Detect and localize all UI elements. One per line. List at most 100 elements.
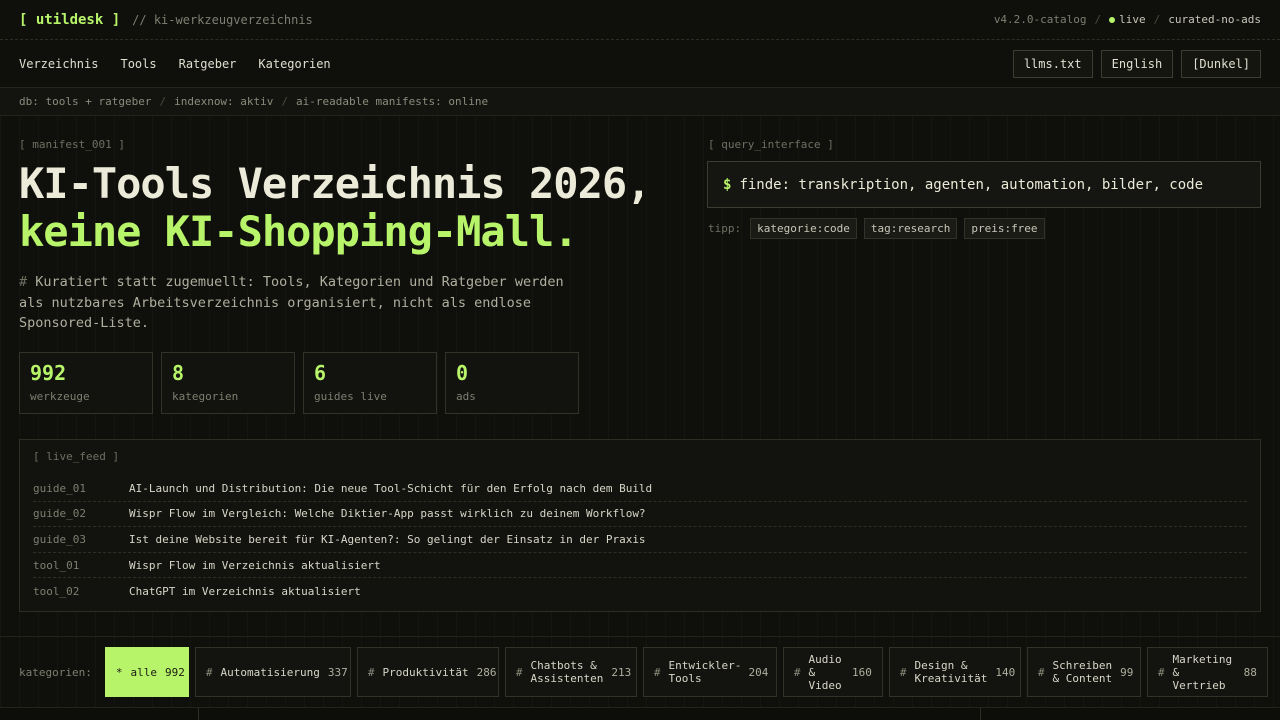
category-chip-design[interactable]: # Design & Kreativität 140 xyxy=(888,647,1021,697)
category-count: 337 xyxy=(327,665,348,679)
stat-label: guides live xyxy=(314,390,387,403)
manifest-status-item: ai-readable manifests: online xyxy=(296,95,489,108)
category-count: 204 xyxy=(748,665,769,679)
category-name: alle xyxy=(130,665,157,679)
nav-links: Verzeichnis Tools Ratgeber Kategorien xyxy=(19,57,331,71)
categories-label: kategorien: xyxy=(19,665,92,679)
search-tips: tipp: kategorie:code tag:research preis:… xyxy=(708,218,1045,239)
category-chip-schreiben[interactable]: # Schreiben & Content 99 xyxy=(1026,647,1141,697)
category-chip-marketing[interactable]: # Marketing & Vertrieb 88 xyxy=(1146,647,1268,697)
category-hash: # xyxy=(793,665,801,679)
separator: / xyxy=(159,95,167,108)
category-chip-alle[interactable]: * alle 992 xyxy=(104,647,189,697)
stat-value: 8 xyxy=(172,361,185,385)
stat-card-categories: 8 kategorien xyxy=(161,352,295,414)
title-line-1: KI-Tools Verzeichnis 2026, xyxy=(19,159,651,208)
curated-label: curated-no-ads xyxy=(1168,13,1261,26)
nav-link-verzeichnis[interactable]: Verzeichnis xyxy=(19,57,98,71)
prompt-symbol: $ xyxy=(723,176,732,193)
stats-row: 992 werkzeuge 8 kategorien 6 guides live… xyxy=(19,352,579,414)
tip-chip-preis[interactable]: preis:free xyxy=(964,218,1045,239)
stat-label: kategorien xyxy=(172,390,239,403)
top-bar: [ utildesk ] // ki-werkzeugverzeichnis v… xyxy=(0,0,1280,40)
nav-link-ratgeber[interactable]: Ratgeber xyxy=(179,57,237,71)
feed-title[interactable]: ChatGPT im Verzeichnis aktualisiert xyxy=(129,585,361,598)
category-count: 160 xyxy=(851,665,872,679)
feed-title[interactable]: Wispr Flow im Vergleich: Welche Diktier-… xyxy=(129,507,646,520)
category-hash: # xyxy=(367,665,375,679)
category-name: Automatisierung xyxy=(220,665,320,679)
live-feed-label: [ live_feed ] xyxy=(33,450,120,463)
theme-toggle-button[interactable]: [Dunkel] xyxy=(1181,49,1261,78)
nav-actions: llms.txt English [Dunkel] xyxy=(1012,49,1261,78)
nav-link-kategorien[interactable]: Kategorien xyxy=(258,57,330,71)
feed-row[interactable]: guide_03 Ist deine Website bereit für KI… xyxy=(33,527,1247,553)
feed-row[interactable]: tool_02 ChatGPT im Verzeichnis aktualisi… xyxy=(33,578,1247,604)
tips-label: tipp: xyxy=(708,222,742,235)
status-bar: v4.2.0-catalog / live / curated-no-ads xyxy=(994,13,1261,26)
feed-id: guide_03 xyxy=(33,532,86,546)
feed-id: guide_01 xyxy=(33,481,86,495)
manifest-label: [ manifest_001 ] xyxy=(19,138,125,151)
nav-link-tools[interactable]: Tools xyxy=(120,57,156,71)
category-count: 992 xyxy=(164,665,185,679)
category-hash: # xyxy=(1157,665,1165,679)
search-query-text: finde: transkription, agenten, automatio… xyxy=(739,176,1204,193)
feed-id: guide_02 xyxy=(33,507,86,521)
divider xyxy=(980,708,981,720)
category-chip-entwickler-tools[interactable]: # Entwickler-Tools 204 xyxy=(642,647,777,697)
stat-value: 992 xyxy=(30,361,67,385)
live-feed: [ live_feed ] guide_01 AI-Launch und Dis… xyxy=(19,439,1261,612)
category-chip-chatbots[interactable]: # Chatbots & Assistenten 213 xyxy=(504,647,637,697)
query-interface-label: [ query_interface ] xyxy=(708,138,834,151)
stat-card-ads: 0 ads xyxy=(445,352,579,414)
version-label: v4.2.0-catalog xyxy=(993,13,1087,26)
search-input[interactable]: $ finde: transkription, agenten, automat… xyxy=(707,161,1261,208)
main-nav: Verzeichnis Tools Ratgeber Kategorien ll… xyxy=(0,40,1280,88)
feed-title[interactable]: Wispr Flow im Verzeichnis aktualisiert xyxy=(129,559,381,572)
feed-title[interactable]: Ist deine Website bereit für KI-Agenten?… xyxy=(129,533,646,546)
db-status-strip: db: tools + ratgeber / indexnow: aktiv /… xyxy=(0,88,1280,116)
category-count: 140 xyxy=(995,665,1016,679)
feed-id: tool_01 xyxy=(33,558,80,572)
category-hash: # xyxy=(1037,665,1045,679)
description-text: Kuratiert statt zugemuellt: Tools, Kateg… xyxy=(19,274,564,331)
category-count: 99 xyxy=(1120,665,1134,679)
category-hash: # xyxy=(899,665,907,679)
site-logo[interactable]: [ utildesk ] xyxy=(19,12,120,28)
category-filter-bar: kategorien: * alle 992 # Automatisierung… xyxy=(0,636,1280,708)
live-label: live xyxy=(1119,13,1146,26)
category-count: 213 xyxy=(611,665,632,679)
tip-chip-kategorie[interactable]: kategorie:code xyxy=(750,218,857,239)
feed-row[interactable]: guide_01 AI-Launch und Distribution: Die… xyxy=(33,476,1247,502)
language-button[interactable]: English xyxy=(1100,49,1174,78)
category-name: Entwickler-Tools xyxy=(668,659,742,685)
category-chip-audio-video[interactable]: # Audio & Video 160 xyxy=(782,647,883,697)
indexnow-status-item: indexnow: aktiv xyxy=(174,95,274,108)
db-status-item: db: tools + ratgeber xyxy=(19,95,152,108)
stat-card-guides: 6 guides live xyxy=(303,352,437,414)
tip-chip-tag[interactable]: tag:research xyxy=(863,218,958,239)
llms-txt-button[interactable]: llms.txt xyxy=(1012,49,1093,78)
category-name: Produktivität xyxy=(382,665,469,679)
category-chip-automatisierung[interactable]: # Automatisierung 337 xyxy=(194,647,351,697)
category-name: Chatbots & Assistenten xyxy=(530,659,604,685)
bottom-strip xyxy=(0,708,1280,720)
stat-label: werkzeuge xyxy=(30,390,90,403)
feed-id: tool_02 xyxy=(33,584,80,598)
category-name: Design & Kreativität xyxy=(914,659,988,685)
category-name: Marketing & Vertrieb xyxy=(1172,652,1233,692)
feed-title[interactable]: AI-Launch und Distribution: Die neue Too… xyxy=(129,482,652,495)
category-count: 88 xyxy=(1243,665,1257,679)
feed-row[interactable]: guide_02 Wispr Flow im Vergleich: Welche… xyxy=(33,502,1247,528)
stat-label: ads xyxy=(456,390,476,403)
separator: / xyxy=(281,95,289,108)
title-line-2: keine KI-Shopping-Mall. xyxy=(19,207,579,256)
category-name: Audio & Video xyxy=(808,652,842,692)
category-chip-produktivitaet[interactable]: # Produktivität 286 xyxy=(356,647,499,697)
feed-row[interactable]: tool_01 Wispr Flow im Verzeichnis aktual… xyxy=(33,553,1247,579)
category-hash: # xyxy=(205,665,213,679)
hero-description: # Kuratiert statt zugemuellt: Tools, Kat… xyxy=(19,272,579,334)
category-name: Schreiben & Content xyxy=(1052,659,1113,685)
brand: [ utildesk ] // ki-werkzeugverzeichnis xyxy=(19,12,313,28)
